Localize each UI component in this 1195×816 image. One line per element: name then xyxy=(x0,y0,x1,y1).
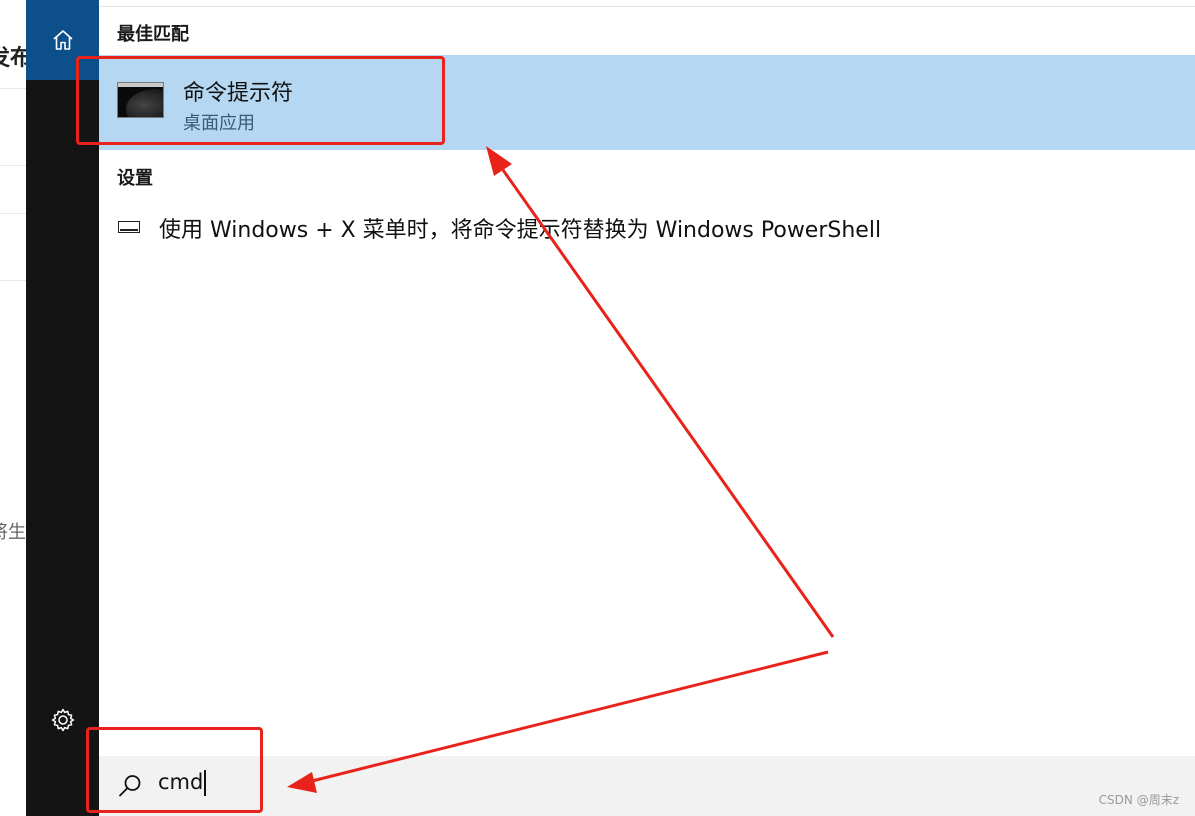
home-icon xyxy=(52,30,73,50)
watermark: CSDN @周末z xyxy=(1098,793,1179,807)
background-text-mid: 将生 xyxy=(0,522,26,543)
background-divider xyxy=(0,280,26,281)
display-icon xyxy=(118,221,140,233)
annotation-highlight-search xyxy=(86,727,263,813)
background-divider xyxy=(0,213,26,214)
background-text-top: 发布 xyxy=(0,46,26,71)
annotation-highlight-best-match xyxy=(76,56,445,145)
best-match-header: 最佳匹配 xyxy=(117,24,189,45)
search-box[interactable] xyxy=(99,756,1195,816)
background-window xyxy=(0,0,26,816)
background-divider xyxy=(0,88,26,89)
background-divider xyxy=(0,165,26,166)
settings-header: 设置 xyxy=(117,168,153,189)
gear-icon xyxy=(51,708,74,732)
panel-top-edge xyxy=(99,0,1195,7)
settings-result-label: 使用 Windows + X 菜单时，将命令提示符替换为 Windows Pow… xyxy=(159,218,882,243)
